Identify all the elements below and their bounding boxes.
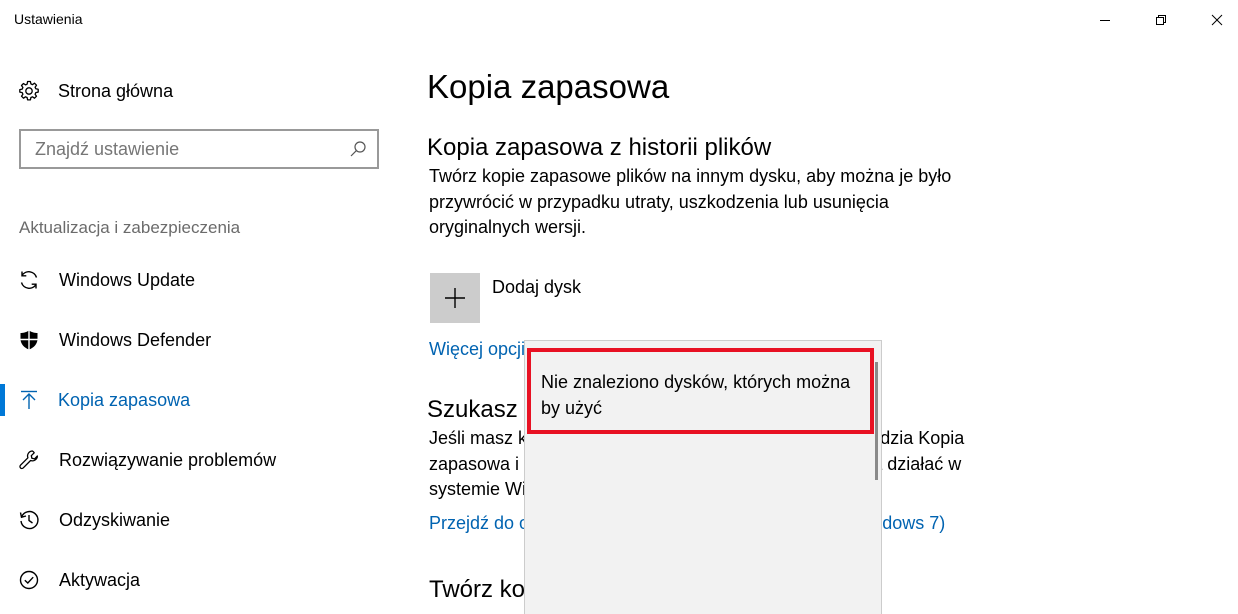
- search-box[interactable]: [19, 129, 379, 169]
- sidebar-item-label: Windows Defender: [59, 329, 212, 350]
- nav-home[interactable]: Strona główna: [18, 78, 173, 104]
- restore-button[interactable]: [1138, 0, 1184, 40]
- minimize-button[interactable]: [1082, 0, 1128, 40]
- wrench-icon: [18, 449, 40, 471]
- gear-icon: [18, 80, 40, 102]
- no-drives-message: Nie znaleziono dysków, których można by …: [541, 372, 851, 418]
- sidebar-item-label: Rozwiązywanie problemów: [59, 449, 277, 470]
- history-icon: [18, 509, 40, 531]
- add-drive-label[interactable]: Dodaj dysk: [492, 277, 581, 298]
- sidebar-section-title: Aktualizacja i zabezpieczenia: [19, 218, 241, 237]
- add-drive-button[interactable]: [430, 273, 480, 323]
- shield-icon: [18, 329, 40, 351]
- minimize-icon: [1100, 20, 1110, 21]
- nav-home-label: Strona główna: [58, 80, 174, 101]
- sidebar-item-label: Aktywacja: [59, 569, 141, 590]
- check-circle-icon: [18, 569, 40, 591]
- file-history-heading: Kopia zapasowa z historii plików: [427, 134, 772, 161]
- search-input[interactable]: [35, 131, 345, 167]
- app-title: Ustawienia: [14, 11, 83, 27]
- sidebar-item-label: Windows Update: [59, 269, 196, 290]
- search-icon[interactable]: [349, 140, 367, 158]
- close-button[interactable]: [1194, 0, 1238, 40]
- more-options-link[interactable]: Więcej opcji: [429, 339, 525, 360]
- sidebar-item-label: Odzyskiwanie: [59, 509, 171, 530]
- active-indicator: [0, 384, 5, 416]
- sync-icon: [18, 269, 40, 291]
- sidebar-item-backup[interactable]: Kopia zapasowa: [0, 380, 400, 420]
- sidebar-item-windows-update[interactable]: Windows Update: [0, 260, 400, 300]
- restore-icon: [1156, 15, 1166, 25]
- page-title: Kopia zapasowa: [427, 68, 670, 105]
- title-bar: Ustawienia: [0, 0, 1238, 40]
- file-history-description: Twórz kopie zapasowe plików na innym dys…: [429, 166, 952, 237]
- sidebar-item-recovery[interactable]: Odzyskiwanie: [0, 500, 400, 540]
- sidebar-item-troubleshoot[interactable]: Rozwiązywanie problemów: [0, 440, 400, 480]
- backup-arrow-icon: [18, 389, 40, 411]
- sidebar-item-windows-defender[interactable]: Windows Defender: [0, 320, 400, 360]
- plus-icon: [445, 288, 465, 308]
- sidebar-item-activation[interactable]: Aktywacja: [0, 560, 400, 600]
- sidebar-item-label: Kopia zapasowa: [58, 389, 191, 410]
- flyout-scrollbar[interactable]: [875, 362, 878, 480]
- close-icon: [1211, 14, 1223, 26]
